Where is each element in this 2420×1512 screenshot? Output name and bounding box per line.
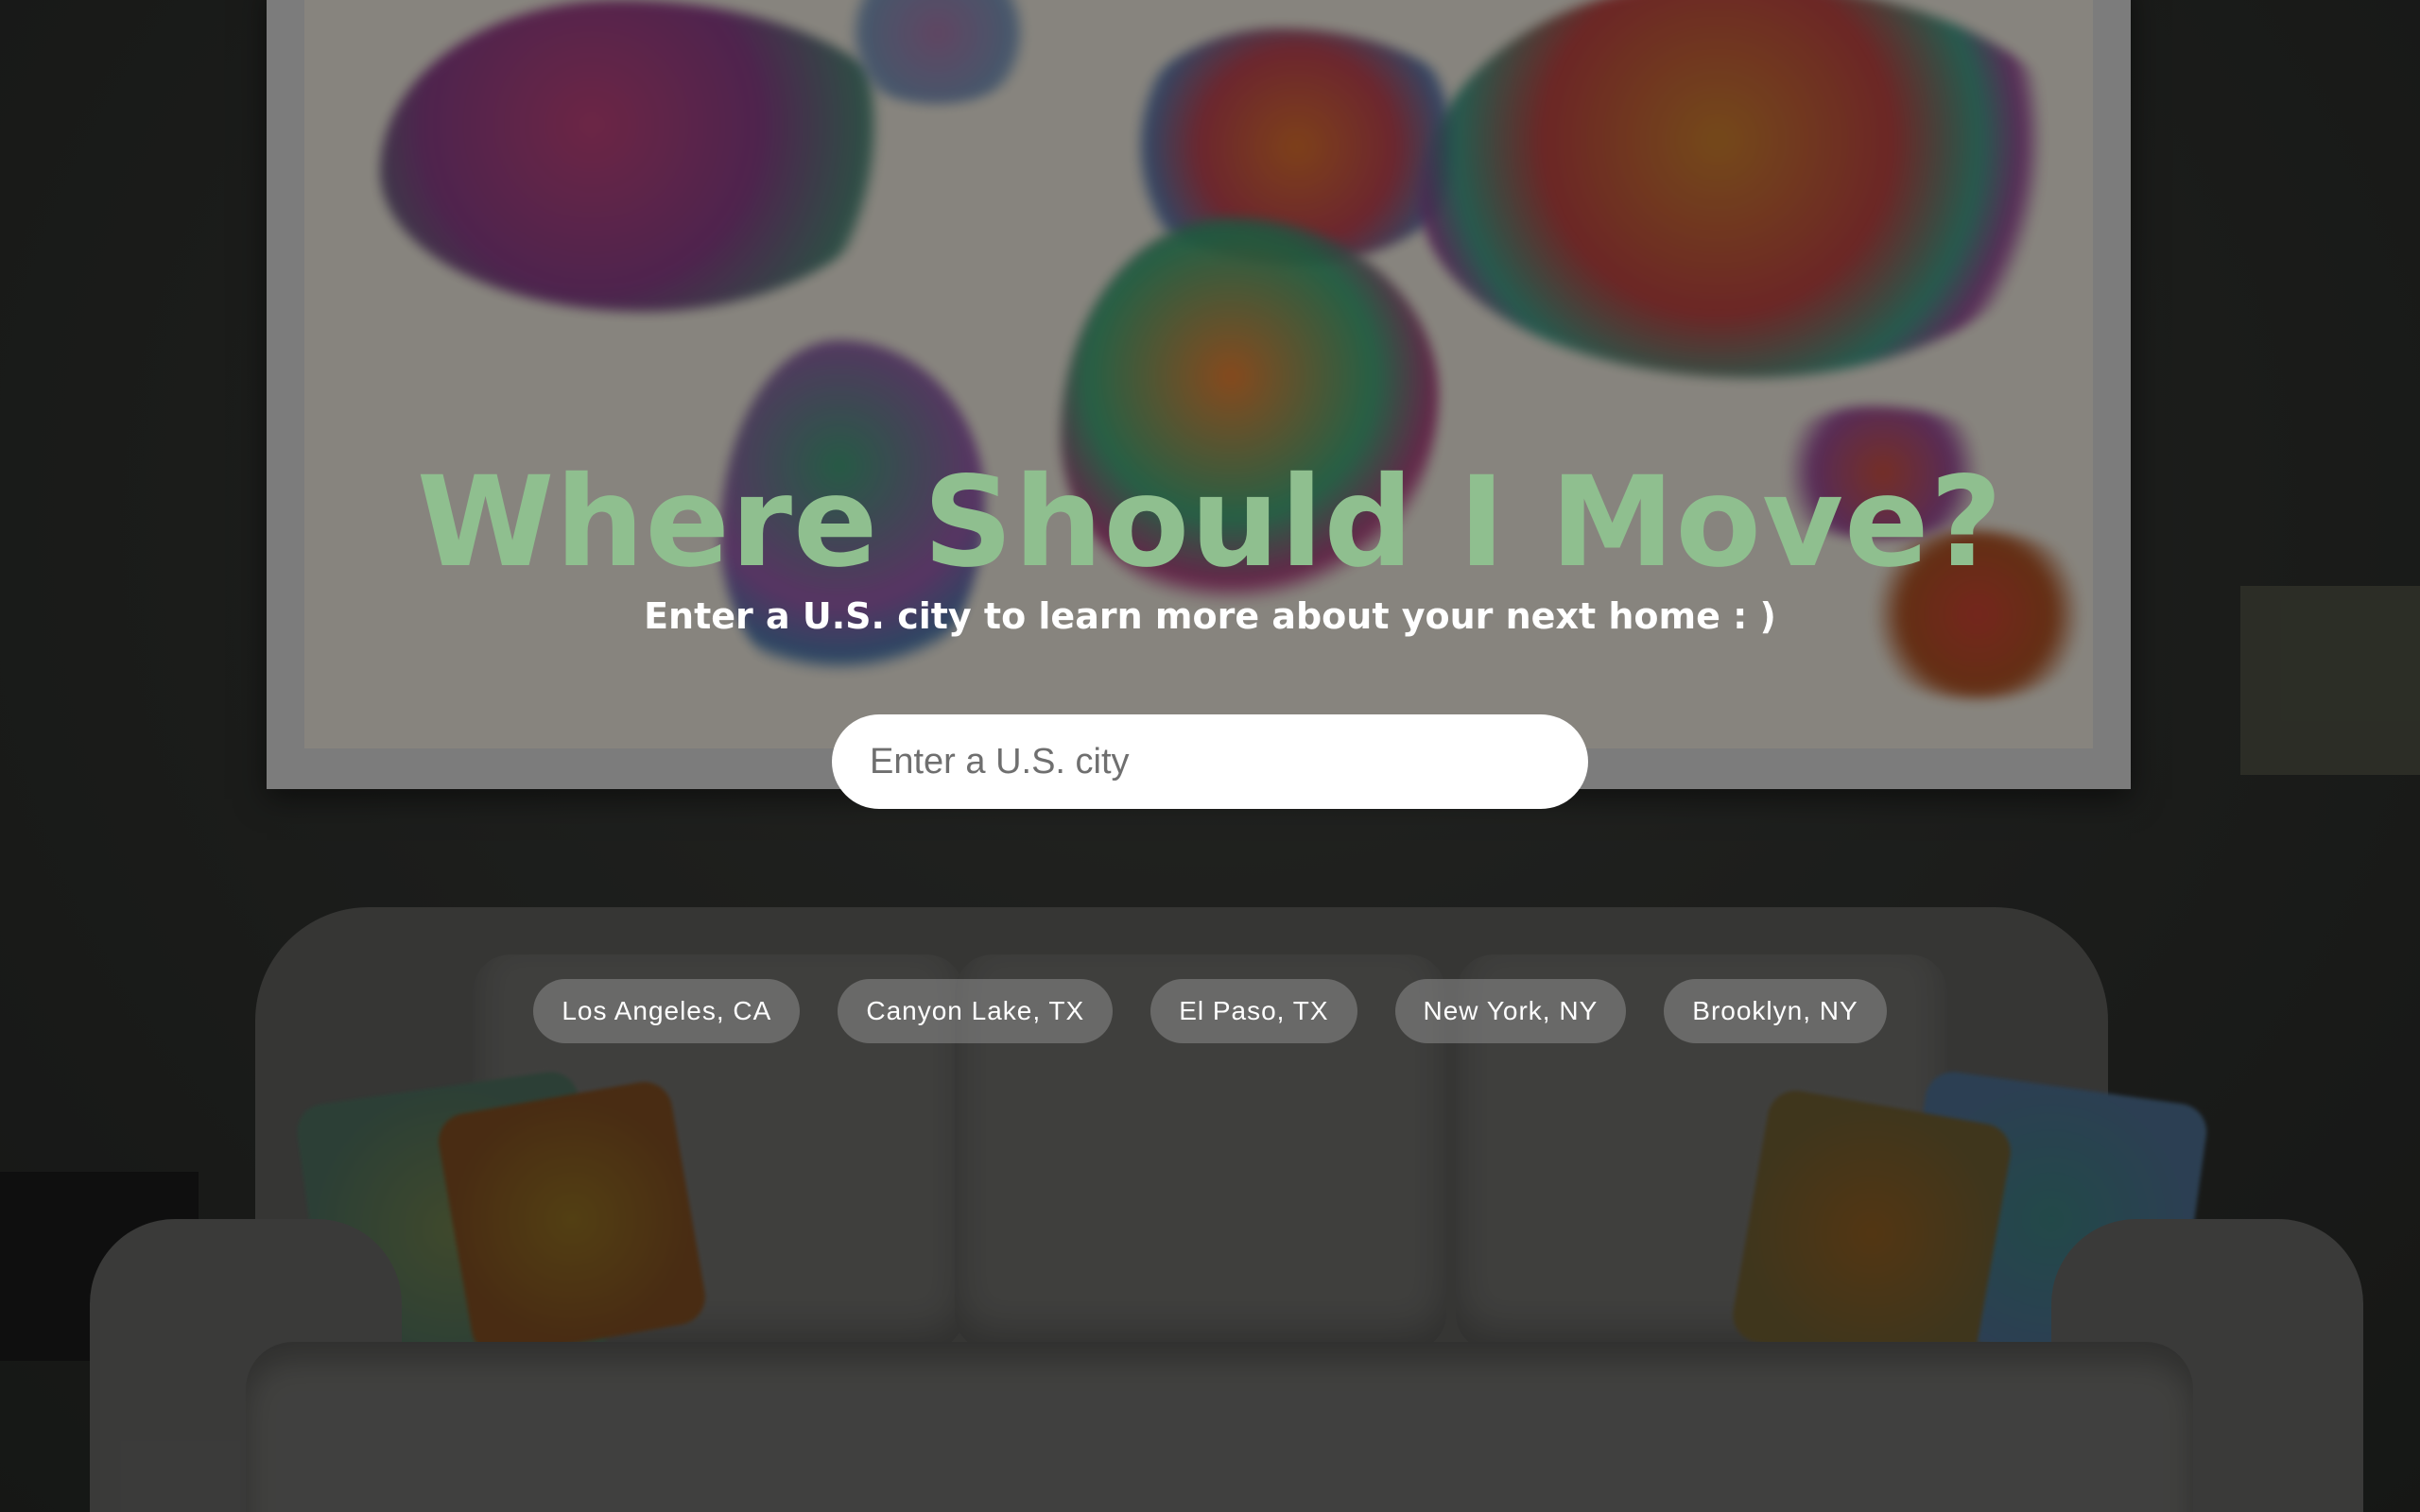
city-search-input[interactable] xyxy=(832,714,1588,809)
city-chip-new-york[interactable]: New York, NY xyxy=(1394,979,1627,1043)
page-subtitle: Enter a U.S. city to learn more about yo… xyxy=(644,595,1776,637)
city-chip-el-paso[interactable]: El Paso, TX xyxy=(1150,979,1357,1043)
page-title: Where Should I Move? xyxy=(416,450,2004,595)
landing-page: Where Should I Move? Enter a U.S. city t… xyxy=(0,0,2420,1512)
city-chip-brooklyn[interactable]: Brooklyn, NY xyxy=(1664,979,1887,1043)
suggested-cities: Los Angeles, CA Canyon Lake, TX El Paso,… xyxy=(0,979,2420,1043)
city-chip-los-angeles[interactable]: Los Angeles, CA xyxy=(533,979,801,1043)
city-chip-canyon-lake[interactable]: Canyon Lake, TX xyxy=(838,979,1114,1043)
